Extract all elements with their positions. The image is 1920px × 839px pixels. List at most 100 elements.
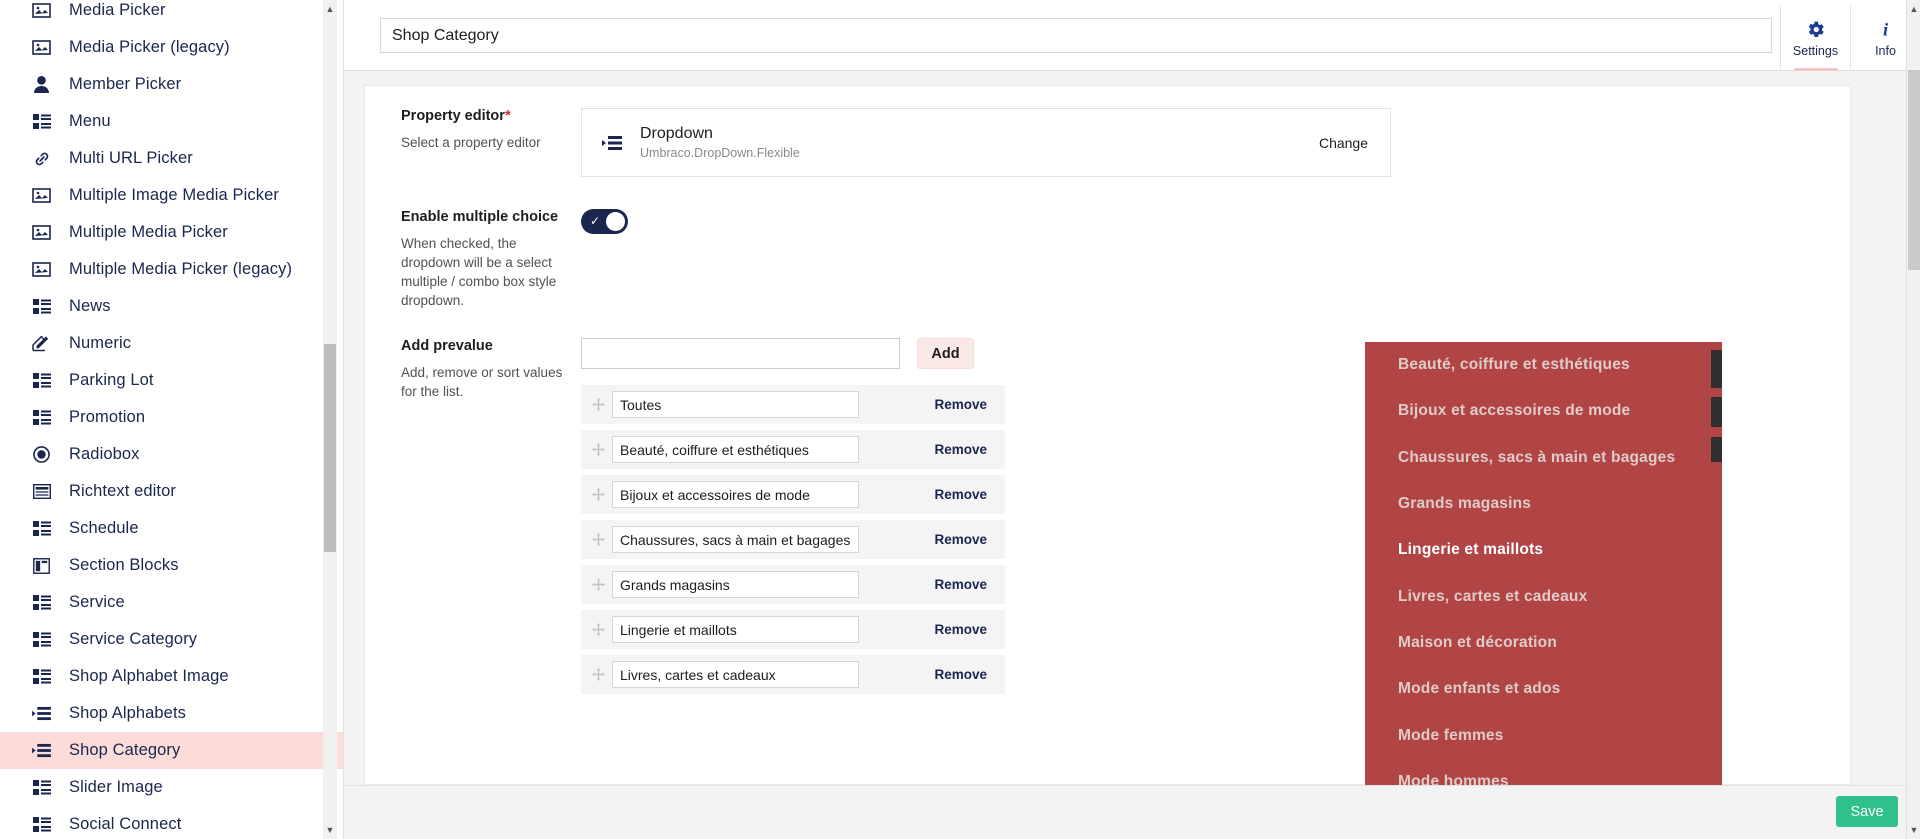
remove-prevalue-button[interactable]: Remove xyxy=(934,532,987,547)
prevalue-value-input[interactable] xyxy=(612,616,859,643)
datatypes-sidebar: Media Picker Media Picker (legacy) Member … xyxy=(0,0,344,839)
property-editor-labels: Property editor* Select a property edito… xyxy=(401,108,581,177)
sidebar-item-shop-alphabet-image[interactable]: Shop Alphabet Image xyxy=(0,658,344,695)
dropdown-preview-scroll-thumb[interactable] xyxy=(1711,350,1722,388)
dropdown-preview-item[interactable]: Mode enfants et ados xyxy=(1365,666,1722,712)
prevalue-value-input[interactable] xyxy=(612,571,859,598)
sidebar-item-multiple-media-picker[interactable]: Multiple Media Picker xyxy=(0,214,344,251)
remove-prevalue-button[interactable]: Remove xyxy=(934,397,987,412)
svg-text:i: i xyxy=(1883,19,1889,39)
sidebar-item-richtext-editor[interactable]: Richtext editor xyxy=(0,473,344,510)
dropdown-preview-item[interactable]: Chaussures, sacs à main et bagages xyxy=(1365,435,1722,481)
sidebar-item-label: Multiple Media Picker (legacy) xyxy=(69,260,293,278)
sidebar-scroll-down-icon[interactable]: ▼ xyxy=(325,826,335,835)
drag-handle-icon[interactable] xyxy=(589,576,607,594)
drag-handle-icon[interactable] xyxy=(589,441,607,459)
sidebar-item-schedule[interactable]: Schedule xyxy=(0,510,344,547)
property-editor-alias: Umbraco.DropDown.Flexible xyxy=(640,145,800,160)
sidebar-item-multiple-image-media-picker[interactable]: Multiple Image Media Picker xyxy=(0,177,344,214)
drag-handle-icon[interactable] xyxy=(589,396,607,414)
sidebar-item-radiobox[interactable]: Radiobox xyxy=(0,436,344,473)
dropdown-preview-scroll-thumb-2[interactable] xyxy=(1711,397,1722,427)
sidebar-item-news[interactable]: News xyxy=(0,288,344,325)
prevalue-value-input[interactable] xyxy=(612,481,859,508)
sidebar-item-label: News xyxy=(69,297,111,315)
sidebar-item-section-blocks[interactable]: Section Blocks xyxy=(0,547,344,584)
prevalue-value-input[interactable] xyxy=(612,661,859,688)
tab-settings-label: Settings xyxy=(1792,44,1839,58)
info-icon: i xyxy=(1875,18,1896,40)
sidebar-scrollbar[interactable]: ▲ ▼ xyxy=(323,0,337,839)
prevalue-item: Remove xyxy=(581,655,1005,694)
list-tiles-icon xyxy=(32,778,51,797)
prevalue-item: Remove xyxy=(581,520,1005,559)
remove-prevalue-button[interactable]: Remove xyxy=(934,667,987,682)
sidebar-item-shop-category[interactable]: Shop Category xyxy=(0,732,344,769)
dropdown-preview-item[interactable]: Maison et décoration xyxy=(1365,620,1722,666)
sidebar-item-media-picker-legacy[interactable]: Media Picker (legacy) xyxy=(0,29,344,66)
tab-settings[interactable]: Settings xyxy=(1780,5,1850,71)
required-asterisk: * xyxy=(504,108,511,124)
editor-header: Settings i Info xyxy=(344,0,1920,71)
drag-handle-icon[interactable] xyxy=(589,621,607,639)
property-editor-box[interactable]: Dropdown Umbraco.DropDown.Flexible Chang… xyxy=(581,108,1391,177)
sidebar-item-parking-lot[interactable]: Parking Lot xyxy=(0,362,344,399)
sidebar-item-label: Schedule xyxy=(69,519,139,537)
drag-handle-icon[interactable] xyxy=(589,666,607,684)
prevalue-value-input[interactable] xyxy=(612,436,859,463)
sidebar-item-label: Shop Alphabets xyxy=(69,704,186,722)
sidebar-item-label: Richtext editor xyxy=(69,482,176,500)
page-scroll-up-icon[interactable]: ▲ xyxy=(1909,5,1919,14)
change-property-editor-button[interactable]: Change xyxy=(1319,135,1368,151)
page-title-input[interactable] xyxy=(380,18,1772,53)
sidebar-item-media-picker[interactable]: Media Picker xyxy=(0,0,344,29)
dropdown-preview-item[interactable]: Lingerie et maillots xyxy=(1365,527,1722,573)
sidebar-item-numeric[interactable]: Numeric xyxy=(0,325,344,362)
sidebar-scroll-thumb[interactable] xyxy=(324,344,336,552)
prevalue-value-input[interactable] xyxy=(612,526,859,553)
sidebar-item-member-picker[interactable]: Member Picker xyxy=(0,66,344,103)
save-button[interactable]: Save xyxy=(1836,796,1898,827)
sidebar-scroll-up-icon[interactable]: ▲ xyxy=(325,5,335,14)
multiple-choice-description: When checked, the dropdown will be a sel… xyxy=(401,236,557,308)
richtext-icon xyxy=(32,482,51,501)
layout-icon xyxy=(32,556,51,575)
add-prevalue-labels: Add prevalue Add, remove or sort values … xyxy=(401,338,581,700)
sidebar-item-menu[interactable]: Menu xyxy=(0,103,344,140)
drag-handle-icon[interactable] xyxy=(589,486,607,504)
sidebar-item-label: Multiple Image Media Picker xyxy=(69,186,279,204)
remove-prevalue-button[interactable]: Remove xyxy=(934,622,987,637)
prevalue-item: Remove xyxy=(581,475,1005,514)
list-tiles-icon xyxy=(32,519,51,538)
dropdown-preview-scrollbar[interactable] xyxy=(1711,342,1722,839)
drag-handle-icon[interactable] xyxy=(589,531,607,549)
dropdown-preview-item[interactable]: Grands magasins xyxy=(1365,481,1722,527)
sidebar-item-shop-alphabets[interactable]: Shop Alphabets xyxy=(0,695,344,732)
sidebar-item-service[interactable]: Service xyxy=(0,584,344,621)
sidebar-item-promotion[interactable]: Promotion xyxy=(0,399,344,436)
add-prevalue-button[interactable]: Add xyxy=(917,338,974,369)
prevalue-input[interactable] xyxy=(581,338,900,369)
dropdown-preview-item[interactable]: Livres, cartes et cadeaux xyxy=(1365,573,1722,619)
prevalue-value-input[interactable] xyxy=(612,391,859,418)
remove-prevalue-button[interactable]: Remove xyxy=(934,487,987,502)
page-scrollbar[interactable]: ▲ ▼ xyxy=(1906,0,1920,839)
image-icon xyxy=(32,260,51,279)
remove-prevalue-button[interactable]: Remove xyxy=(934,577,987,592)
sidebar-item-social-connect[interactable]: Social Connect xyxy=(0,806,344,839)
dropdown-preview-item[interactable]: Beauté, coiffure et esthétiques xyxy=(1365,342,1722,388)
add-prevalue-label: Add prevalue xyxy=(401,338,493,354)
page-scroll-thumb[interactable] xyxy=(1908,70,1920,270)
dropdown-preview-scroll-thumb-3[interactable] xyxy=(1711,437,1722,462)
remove-prevalue-button[interactable]: Remove xyxy=(934,442,987,457)
image-icon xyxy=(32,1,51,20)
sidebar-item-label: Multiple Media Picker xyxy=(69,223,228,241)
sidebar-item-slider-image[interactable]: Slider Image xyxy=(0,769,344,806)
multiple-choice-toggle[interactable]: ✓ xyxy=(581,209,628,234)
page-scroll-down-icon[interactable]: ▼ xyxy=(1909,826,1919,835)
sidebar-item-multi-url-picker[interactable]: Multi URL Picker xyxy=(0,140,344,177)
sidebar-item-multiple-media-picker-legacy[interactable]: Multiple Media Picker (legacy) xyxy=(0,251,344,288)
dropdown-preview-item[interactable]: Bijoux et accessoires de mode xyxy=(1365,388,1722,434)
sidebar-item-service-category[interactable]: Service Category xyxy=(0,621,344,658)
dropdown-preview-item[interactable]: Mode femmes xyxy=(1365,712,1722,758)
